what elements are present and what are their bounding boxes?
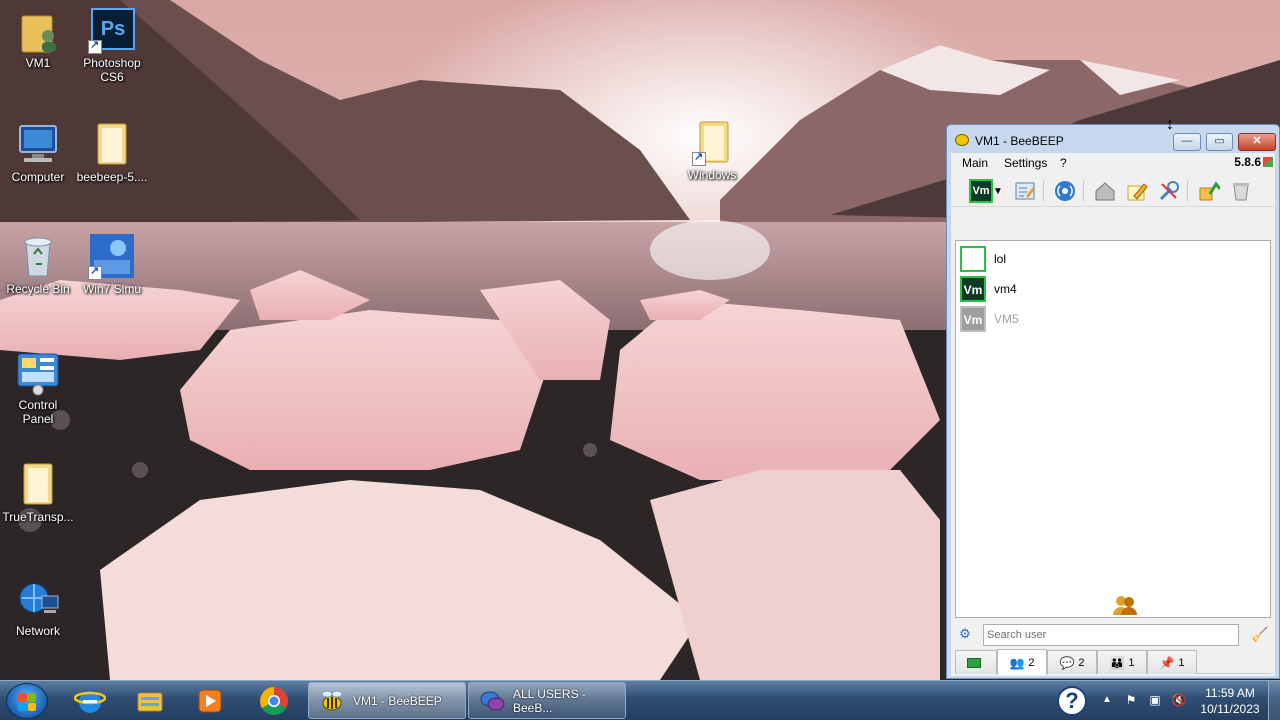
share-files-icon[interactable] xyxy=(1197,179,1221,203)
network-broadcast-icon[interactable] xyxy=(1053,179,1077,203)
network-status-icon[interactable]: ▣ xyxy=(1146,691,1164,709)
avatar: Vm xyxy=(960,306,986,332)
pinned-internet-explorer[interactable] xyxy=(62,683,118,719)
user-name: lol xyxy=(994,252,1007,266)
chat-icon: 💬 xyxy=(1059,655,1075,670)
desktop-icon-win7-simu[interactable]: Win7 Simu xyxy=(74,232,150,296)
chat-bubbles-icon xyxy=(480,691,505,711)
tab-chats[interactable]: 💬 2 xyxy=(1047,650,1097,674)
media-player-icon xyxy=(198,689,222,713)
desktop-icon-vm1[interactable]: VM1 xyxy=(0,6,76,70)
home-icon[interactable] xyxy=(1093,179,1117,203)
write-note-icon[interactable] xyxy=(1125,179,1149,203)
window-titlebar[interactable]: VM1 - BeeBEEP — ▭ ✕ xyxy=(947,125,1279,155)
win7-simulator-icon xyxy=(88,232,136,280)
search-bar: ⚙ 🧹 xyxy=(955,623,1271,647)
preferences-icon[interactable] xyxy=(1157,179,1181,203)
recycle-bin-icon xyxy=(14,232,62,280)
pinned-media-player[interactable] xyxy=(182,683,238,719)
home-screen-icon xyxy=(967,657,981,668)
search-options-icon[interactable]: ⚙ xyxy=(957,626,973,642)
desktop-icon-network[interactable]: Network xyxy=(0,574,76,638)
edit-profile-icon[interactable] xyxy=(1013,179,1037,203)
bee-icon xyxy=(955,134,969,146)
avatar: Vm xyxy=(960,276,986,302)
tab-users[interactable]: 👥 2 xyxy=(997,649,1047,675)
windows-logo-icon xyxy=(18,693,36,711)
desktop-icon-windows[interactable]: Windows xyxy=(674,118,750,182)
taskbar: VM1 - BeeBEEP ALL USERS - BeeB... ? ▲ ⚑ … xyxy=(0,680,1280,720)
window-content: Main Settings ? 5.8.6 Vm ▼ lol Vm vm4 Vm… xyxy=(951,153,1275,676)
menu-settings[interactable]: Settings xyxy=(1004,156,1047,170)
pinned-chrome[interactable] xyxy=(246,683,302,719)
list-item-user-lol[interactable]: lol xyxy=(958,244,1258,272)
beebeep-window[interactable]: VM1 - BeeBEEP — ▭ ✕ Main Settings ? 5.8.… xyxy=(946,124,1280,679)
resize-cursor-icon: ↕ xyxy=(1166,116,1174,133)
desktop-icon-recycle-bin[interactable]: Recycle Bin xyxy=(0,232,76,296)
close-button[interactable]: ✕ xyxy=(1238,133,1276,151)
menu-main[interactable]: Main xyxy=(962,156,988,170)
my-avatar-button[interactable]: Vm xyxy=(969,179,993,203)
system-clock[interactable]: 11:59 AM 10/11/2023 xyxy=(1190,685,1270,717)
action-center-icon[interactable]: ⚑ xyxy=(1122,691,1140,709)
network-icon xyxy=(14,574,62,622)
list-item-user-vm5[interactable]: Vm VM5 xyxy=(958,304,1258,332)
maximize-button[interactable]: ▭ xyxy=(1206,133,1233,151)
show-hidden-icons-icon[interactable]: ▲ xyxy=(1098,691,1116,709)
taskbar-item-beebeep[interactable]: VM1 - BeeBEEP xyxy=(308,682,466,719)
tab-files[interactable]: 📌 1 xyxy=(1147,650,1197,674)
tab-home[interactable] xyxy=(955,650,997,674)
file-share-icon: 📌 xyxy=(1159,655,1175,670)
desktop-icon-truetransp[interactable]: TrueTransp... xyxy=(0,460,76,524)
version-label: 5.8.6 xyxy=(1234,155,1261,169)
status-dropdown-icon[interactable]: ▼ xyxy=(991,179,1005,203)
pinned-explorer[interactable] xyxy=(122,683,178,719)
update-icon xyxy=(1263,157,1273,167)
clock-date: 10/11/2023 xyxy=(1200,702,1260,716)
computer-icon xyxy=(14,120,62,168)
control-panel-icon xyxy=(14,348,62,396)
folder-icon xyxy=(88,120,136,168)
start-button[interactable] xyxy=(6,683,48,719)
internet-explorer-icon xyxy=(74,691,106,713)
menu-help[interactable]: ? xyxy=(1060,156,1067,170)
taskbar-item-all-users[interactable]: ALL USERS - BeeB... xyxy=(468,682,626,719)
toolbar: Vm ▼ xyxy=(951,173,1275,207)
trash-icon[interactable] xyxy=(1229,179,1253,203)
tab-groups[interactable]: 👪 1 xyxy=(1097,650,1147,674)
folder-icon xyxy=(14,460,62,508)
photoshop-icon: Ps xyxy=(88,6,136,54)
user-folder-icon xyxy=(14,6,62,54)
bee-icon xyxy=(321,690,343,711)
folder-shortcut-icon xyxy=(688,118,736,166)
clock-time: 11:59 AM xyxy=(1205,686,1255,700)
minimize-button[interactable]: — xyxy=(1173,133,1201,151)
desktop-icon-computer[interactable]: Computer xyxy=(0,120,76,184)
users-group-icon xyxy=(1112,594,1138,616)
list-item-user-vm4[interactable]: Vm vm4 xyxy=(958,274,1258,302)
window-title: VM1 - BeeBEEP xyxy=(975,134,1064,148)
desktop-icon-beebeep-folder[interactable]: beebeep-5.... xyxy=(74,120,150,184)
chrome-icon xyxy=(260,687,288,715)
avatar xyxy=(960,246,986,272)
menu-bar: Main Settings ? 5.8.6 xyxy=(951,153,1275,173)
users-icon: 👥 xyxy=(1009,655,1025,670)
desktop-icon-control-panel[interactable]: Control Panel xyxy=(0,348,76,426)
search-input[interactable] xyxy=(983,624,1239,646)
file-explorer-icon xyxy=(137,692,163,712)
user-name: VM5 xyxy=(994,312,1019,326)
user-name: vm4 xyxy=(994,282,1017,296)
group-icon: 👪 xyxy=(1109,655,1125,670)
desktop-icon-photoshop[interactable]: Ps Photoshop CS6 xyxy=(74,6,150,84)
help-icon[interactable]: ? xyxy=(1057,686,1087,716)
avatar: Vm xyxy=(969,179,993,203)
volume-muted-icon[interactable]: 🔇 xyxy=(1170,691,1188,709)
bottom-tabs: 👥 2 💬 2 👪 1 📌 1 xyxy=(955,649,1271,675)
clear-search-icon[interactable]: 🧹 xyxy=(1251,626,1268,644)
user-list: lol Vm vm4 Vm VM5 xyxy=(955,240,1271,618)
show-desktop-button[interactable] xyxy=(1268,681,1280,720)
